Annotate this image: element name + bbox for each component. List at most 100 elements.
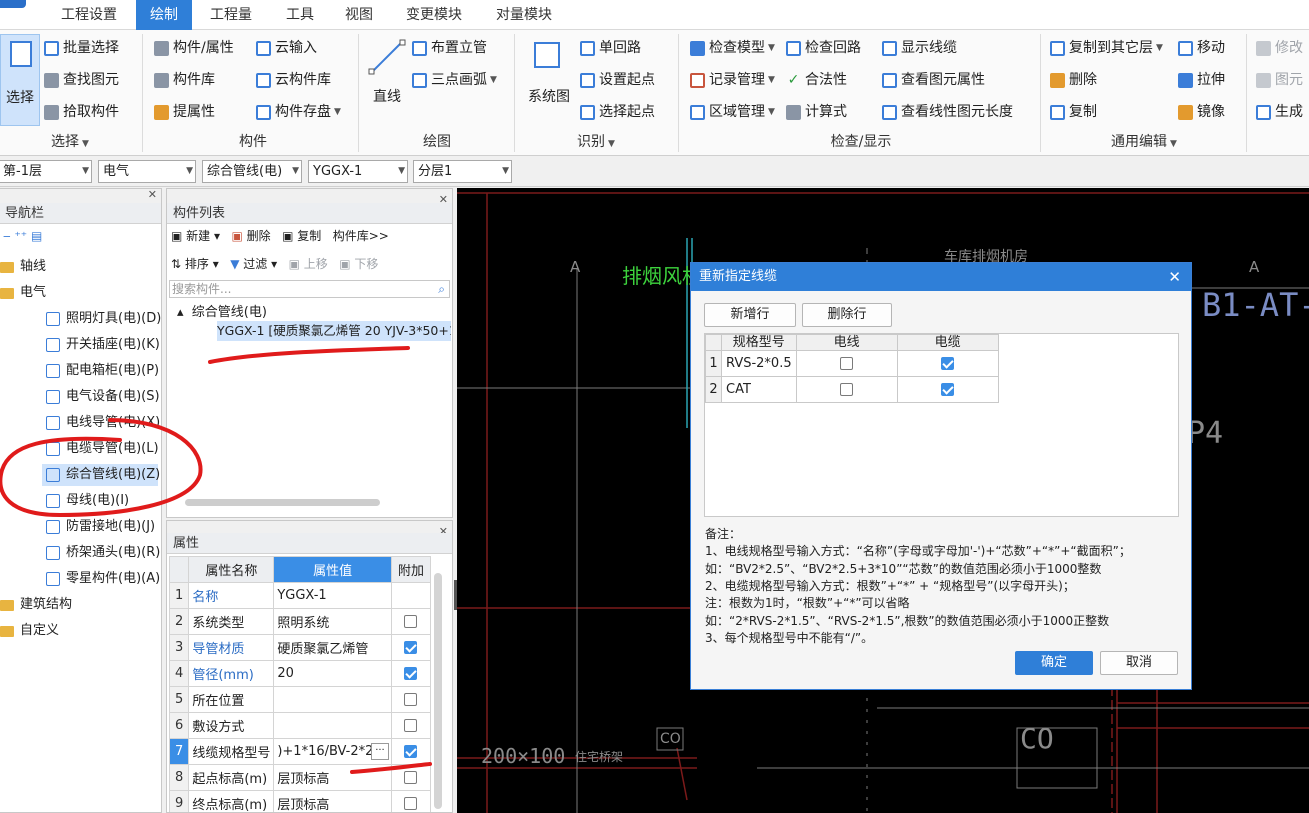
nav-item-lightning[interactable]: 防雷接地(电)(J): [46, 516, 155, 538]
property-value[interactable]: 硬质聚氯乙烯管: [273, 634, 392, 661]
delete-component-button[interactable]: ▣ 删除: [231, 229, 270, 243]
menu-project-settings[interactable]: 工程设置: [48, 0, 130, 30]
view-element-attr-button[interactable]: 查看图元属性: [882, 68, 985, 92]
cable-spec[interactable]: CAT: [721, 376, 797, 403]
property-row[interactable]: 9 终点标高(m) 层顶标高: [168, 790, 432, 812]
checkbox[interactable]: [404, 693, 418, 706]
move-down-button[interactable]: ▣ 下移: [339, 257, 378, 271]
stretch-button[interactable]: 拉伸: [1178, 68, 1225, 92]
menu-tools[interactable]: 工具: [272, 0, 328, 30]
component-library-button[interactable]: 构件库: [154, 68, 215, 92]
move-button[interactable]: 移动: [1178, 36, 1225, 60]
property-extra[interactable]: [390, 582, 432, 609]
show-cable-button[interactable]: 显示线缆: [882, 36, 957, 60]
nav-item-cable-conduit[interactable]: 电缆导管(电)(L): [46, 438, 159, 460]
component-select[interactable]: YGGX-1 ▼: [308, 160, 408, 183]
nav-item-wire-conduit[interactable]: 电线导管(电)(X): [46, 412, 160, 434]
cable-checkbox[interactable]: [941, 383, 955, 396]
cable-spec[interactable]: RVS-2*0.5: [721, 350, 797, 377]
property-value[interactable]: 照明系统: [273, 608, 392, 635]
group-identify[interactable]: 识别 ▼: [516, 130, 676, 154]
cable-cell[interactable]: [896, 376, 999, 403]
cancel-button[interactable]: 取消: [1100, 651, 1178, 675]
property-value[interactable]: 层顶标高: [273, 790, 392, 812]
menu-view[interactable]: 视图: [334, 0, 384, 30]
nav-item-equipment[interactable]: 电气设备(电)(S): [46, 386, 160, 408]
nav-item-switch-socket[interactable]: 开关插座(电)(K): [46, 334, 160, 356]
property-value[interactable]: [273, 686, 392, 713]
property-row[interactable]: 6 敷设方式: [168, 712, 432, 739]
wire-cell[interactable]: [795, 350, 898, 377]
property-value[interactable]: [273, 712, 392, 739]
property-row[interactable]: 1 名称 YGGX-1: [168, 582, 432, 609]
component-attr-button[interactable]: 构件/属性: [154, 36, 234, 60]
close-icon[interactable]: ✕: [148, 189, 157, 201]
layer-select[interactable]: 分层1 ▼: [413, 160, 512, 183]
property-value[interactable]: 层顶标高: [273, 764, 392, 791]
region-manage-button[interactable]: 区域管理 ▼: [690, 100, 775, 124]
extract-attr-button[interactable]: 提属性: [154, 100, 215, 124]
nav-item-lighting[interactable]: 照明灯具(电)(D): [46, 308, 161, 330]
nav-toolbar[interactable]: ‒ ⁺⁺ ▤: [3, 229, 42, 243]
select-large-button[interactable]: 选择: [0, 34, 40, 126]
single-loop-button[interactable]: 单回路: [580, 36, 641, 60]
copy-button[interactable]: 复制: [1050, 100, 1097, 124]
checked-checkbox[interactable]: [404, 667, 418, 680]
checked-checkbox[interactable]: [404, 745, 418, 758]
nav-item-busbar[interactable]: 母线(电)(I): [46, 490, 129, 512]
filter-button[interactable]: ▼ 过滤 ▾: [230, 257, 277, 271]
property-value[interactable]: 20: [273, 660, 392, 687]
property-extra[interactable]: [390, 738, 432, 765]
formula-button[interactable]: 计算式: [786, 100, 847, 124]
check-model-button[interactable]: 检查模型 ▼: [690, 36, 775, 60]
nav-folder-building[interactable]: 建筑结构: [0, 594, 72, 616]
add-row-button[interactable]: 新增行: [704, 303, 796, 327]
menu-check-module[interactable]: 对量模块: [482, 0, 566, 30]
line-large-button[interactable]: 直线: [364, 34, 410, 126]
property-row[interactable]: 7 线缆规格型号)+1*16/BV-2*2.5 ···: [168, 738, 432, 765]
menu-quantity[interactable]: 工程量: [200, 0, 262, 30]
wire-cell[interactable]: [795, 376, 898, 403]
copy-component-button[interactable]: ▣ 复制: [282, 229, 321, 243]
component-search-input[interactable]: 搜索构件... ⌕: [169, 280, 450, 298]
property-extra[interactable]: [390, 712, 432, 739]
nav-folder-custom[interactable]: 自定义: [0, 620, 59, 642]
property-row[interactable]: 5 所在位置: [168, 686, 432, 713]
generate-button[interactable]: 生成: [1256, 100, 1303, 124]
system-diagram-button[interactable]: 系统图: [522, 34, 576, 126]
ok-button[interactable]: 确定: [1015, 651, 1093, 675]
nav-item-distribution-box[interactable]: 配电箱柜(电)(P): [46, 360, 159, 382]
checked-checkbox[interactable]: [404, 641, 418, 654]
discipline-select[interactable]: 电气 ▼: [98, 160, 196, 183]
batch-select-button[interactable]: 批量选择: [44, 36, 119, 60]
wire-checkbox[interactable]: [840, 357, 854, 370]
component-save-button[interactable]: 构件存盘 ▼: [256, 100, 341, 124]
checkbox[interactable]: [404, 797, 418, 810]
find-element-button[interactable]: 查找图元: [44, 68, 119, 92]
close-icon[interactable]: ✕: [1168, 263, 1181, 291]
new-button[interactable]: ▣ 新建 ▾: [171, 229, 220, 243]
select-start-button[interactable]: 选择起点: [580, 100, 655, 124]
move-up-button[interactable]: ▣ 上移: [289, 257, 328, 271]
property-extra[interactable]: [390, 634, 432, 661]
property-row[interactable]: 4 管径(mm) 20: [168, 660, 432, 687]
horizontal-scrollbar[interactable]: [185, 499, 380, 506]
cloud-library-button[interactable]: 云构件库: [256, 68, 331, 92]
checkbox[interactable]: [404, 719, 418, 732]
nav-item-misc[interactable]: 零星构件(电)(A): [46, 568, 160, 590]
menu-change-module[interactable]: 变更模块: [394, 0, 474, 30]
property-row[interactable]: 8 起点标高(m) 层顶标高: [168, 764, 432, 791]
tree-item-yggx-1[interactable]: YGGX-1 [硬质聚氯乙烯管 20 YJV-3*50+1*: [217, 321, 451, 341]
delete-row-button[interactable]: 删除行: [802, 303, 892, 327]
property-value[interactable]: )+1*16/BV-2*2.5 ···: [273, 738, 392, 765]
component-type-select[interactable]: 综合管线(电) ▼: [202, 160, 302, 183]
ellipsis-button[interactable]: ···: [370, 743, 389, 760]
copy-to-layer-button[interactable]: 复制到其它层 ▼: [1050, 36, 1163, 60]
modify-button[interactable]: 修改: [1256, 36, 1303, 60]
property-extra[interactable]: [390, 764, 432, 791]
nav-folder-axis[interactable]: 轴线: [0, 256, 46, 278]
vertical-scrollbar[interactable]: [434, 573, 442, 809]
checkbox[interactable]: [404, 615, 418, 628]
pick-component-button[interactable]: 拾取构件: [44, 100, 119, 124]
property-extra[interactable]: [390, 608, 432, 635]
